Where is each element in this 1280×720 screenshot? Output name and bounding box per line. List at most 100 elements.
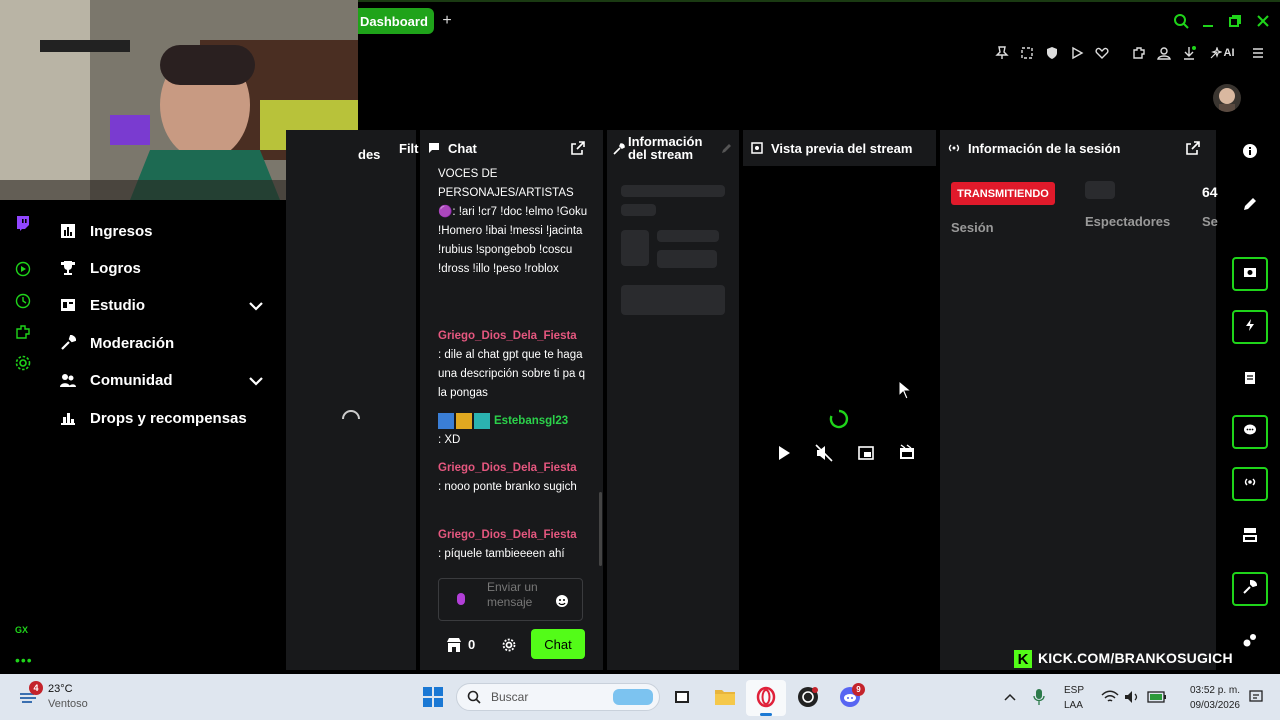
filter-label[interactable]: Filt [399,141,419,156]
volume-icon[interactable] [1120,685,1144,709]
play-button-icon[interactable] [775,444,793,462]
broadcast-button[interactable] [1232,467,1268,501]
chevron-down-icon[interactable] [248,298,264,314]
restore-icon[interactable] [1224,10,1246,32]
history-icon[interactable] [14,292,32,310]
clock-time[interactable]: 03:52 p. m. [1182,685,1240,696]
viewers-label: Espectadores [1085,214,1171,229]
task-view-icon[interactable] [670,685,694,709]
download-icon[interactable] [1177,42,1201,64]
gx-label[interactable]: GX [15,625,28,635]
nav-label: Logros [90,259,141,277]
mute-icon[interactable] [815,444,833,462]
twitch-icon[interactable] [14,214,32,232]
nav-drops[interactable]: Drops y recompensas [60,401,247,435]
nav-comunidad[interactable]: Comunidad [60,363,173,397]
info-button[interactable] [1232,136,1268,170]
pin-icon[interactable] [990,42,1014,64]
weather-temp[interactable]: 23°C [48,683,73,695]
clock-date[interactable]: 09/03/2026 [1182,700,1240,711]
pencil-icon [1242,196,1258,217]
moderation-button[interactable] [1232,572,1268,606]
microphone-icon[interactable] [1027,685,1051,709]
file-explorer-icon[interactable] [713,685,737,709]
popout-icon[interactable] [570,140,586,156]
active-indicator [760,713,772,716]
more-icon[interactable]: ••• [15,652,33,668]
edit-icon[interactable] [721,141,733,153]
chat-action-button[interactable] [1232,415,1268,449]
minimize-icon[interactable] [1197,10,1219,32]
discord-badge: 9 [852,683,865,696]
shield-icon[interactable] [1040,42,1064,64]
points-count: 0 [468,637,476,652]
chat-input[interactable]: Enviar un mensaje [438,578,583,621]
new-tab-button[interactable]: + [438,10,456,32]
settings-icon[interactable] [14,354,32,372]
player-icon[interactable] [14,260,32,278]
language-code[interactable]: ESP [1064,685,1084,696]
emoji-icon[interactable] [555,594,569,608]
message-text: : nooo ponte branko sugich [438,481,577,493]
menu-icon[interactable] [1246,42,1270,64]
preview-title: Vista previa del stream [771,140,913,156]
chat-settings-icon[interactable] [502,638,516,652]
session-title: Información de la sesión [968,140,1121,156]
keyboard-layout[interactable]: LAA [1064,700,1083,711]
nav-logros[interactable]: Logros [60,251,141,285]
extensions-icon[interactable] [1127,42,1151,64]
chat-username[interactable]: Griego_Dios_Dela_Fiesta [438,330,577,342]
nav-moderacion[interactable]: Moderación [60,326,174,360]
tab-dashboard[interactable]: Dashboard [358,8,434,34]
skeleton-line [657,230,719,242]
taskbar-search[interactable]: Buscar [456,683,660,711]
chat-username[interactable]: Griego_Dios_Dela_Fiesta [438,462,577,474]
mic-icon[interactable] [455,592,467,610]
more-actions-button[interactable] [1232,625,1268,659]
camera-icon [1243,265,1257,284]
layout-icon [1242,527,1258,548]
opera-gx-taskbar-item[interactable] [746,680,786,716]
ai-button[interactable]: AI [1206,42,1238,64]
nav-estudio[interactable]: Estudio [60,288,145,322]
popout-icon[interactable] [1185,140,1201,156]
search-icon[interactable] [1170,10,1192,32]
session-label: Sesión [951,220,994,235]
nav-label: Ingresos [90,222,153,240]
layout-button[interactable] [1232,520,1268,554]
trophy-icon [60,260,76,276]
chat-send-button[interactable]: Chat [531,629,585,659]
clip-button[interactable] [1232,257,1268,291]
quick-actions-rail [1220,130,1280,670]
raid-button[interactable] [1232,310,1268,344]
close-icon[interactable] [1252,10,1274,32]
store-icon[interactable] [446,637,462,653]
start-icon[interactable] [421,685,445,709]
info-icon [1242,143,1258,164]
chat-username[interactable]: Estebansgl23 [494,415,568,427]
search-highlight-icon [613,689,653,705]
chat-scrollbar[interactable] [599,492,602,566]
weather-desc: Ventoso [48,698,88,710]
pip-icon[interactable] [857,444,875,462]
chevron-down-icon[interactable] [248,373,264,389]
tray-chevron-up-icon[interactable] [998,685,1022,709]
notifications-icon[interactable] [1244,685,1268,709]
extensions-sidebar-icon[interactable] [14,323,32,341]
battery-icon[interactable] [1145,685,1169,709]
wrench-icon [1243,579,1258,599]
obs-icon[interactable] [796,685,820,709]
chat-bubble-icon [1243,423,1257,442]
snapshot-icon[interactable] [1015,42,1039,64]
chat-username[interactable]: Griego_Dios_Dela_Fiesta [438,529,577,541]
profile-icon[interactable] [1152,42,1176,64]
edit-stream-button[interactable] [1232,189,1268,223]
heart-icon[interactable] [1090,42,1114,64]
wifi-icon[interactable] [1098,685,1122,709]
play-icon[interactable] [1065,42,1089,64]
skeleton-line [657,250,717,268]
nav-ingresos[interactable]: Ingresos [60,214,153,248]
notes-button[interactable] [1232,363,1268,397]
theatre-icon[interactable] [898,444,916,462]
avatar[interactable] [1213,84,1241,112]
